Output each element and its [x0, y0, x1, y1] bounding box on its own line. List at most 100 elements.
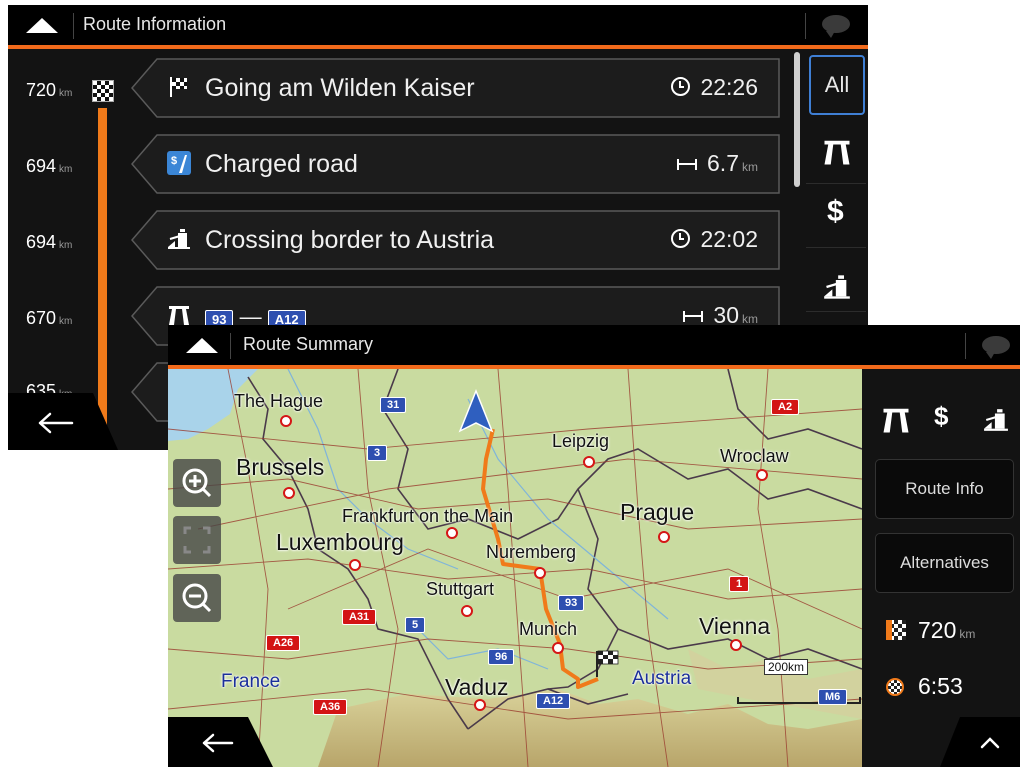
header-bar: Route Summary — [168, 325, 1020, 369]
distance-label: 694 km — [26, 156, 73, 176]
city-dot — [280, 415, 292, 427]
page-title: Route Summary — [243, 334, 374, 354]
zoom-in-button[interactable] — [173, 459, 221, 507]
map-label: Vaduz — [445, 674, 509, 700]
event-label: Crossing border to Austria — [205, 226, 495, 254]
list-item[interactable]: Crossing border to Austria 22:02 — [131, 210, 780, 270]
city-dot — [283, 487, 295, 499]
border-crossing-icon[interactable] — [983, 407, 1009, 433]
city-dot — [756, 469, 768, 481]
zoom-out-icon — [182, 583, 212, 613]
map-label: Frankfurt on the Main — [342, 506, 514, 526]
road-shield: 31 — [380, 397, 407, 413]
road-shield: 96 — [488, 649, 515, 665]
message-icon[interactable] — [982, 336, 1010, 359]
filter-border-button[interactable] — [806, 247, 866, 312]
event-label: Charged road — [205, 150, 358, 178]
divider — [965, 333, 966, 359]
list-item[interactable]: $ Charged road 6.7 km — [131, 134, 780, 194]
road-shield: A26 — [266, 635, 301, 651]
page-title: Route Information — [83, 14, 227, 34]
map-label: Vienna — [699, 613, 771, 639]
city-dot — [534, 567, 546, 579]
road-shield: A12 — [536, 693, 571, 709]
fit-route-button[interactable] — [173, 516, 221, 564]
city-dot — [474, 699, 486, 711]
distance-label: 694 km — [26, 232, 73, 252]
arrival-time: 22:26 — [671, 74, 758, 101]
filter-highway-button[interactable] — [806, 119, 866, 184]
fit-screen-icon — [183, 526, 211, 554]
divider — [805, 13, 806, 39]
svg-text:$: $ — [171, 155, 177, 167]
list-item[interactable]: Going am Wilden Kaiser 22:26 — [131, 58, 780, 118]
city-dot — [730, 639, 742, 651]
divider — [73, 13, 74, 39]
navigation-arrow-icon[interactable] — [186, 338, 218, 353]
map-label: France — [221, 671, 281, 692]
city-dot — [583, 456, 595, 468]
arrival-time: 22:02 — [671, 226, 758, 253]
map-label: Prague — [620, 499, 695, 525]
navigation-arrow-icon[interactable] — [26, 18, 58, 33]
dollar-icon[interactable]: $ — [934, 401, 948, 432]
highway-icon — [824, 140, 850, 165]
map-label: Austria — [632, 668, 692, 689]
road-shield: 3 — [367, 445, 388, 461]
back-button[interactable] — [168, 717, 288, 767]
road-shield: A31 — [342, 609, 377, 625]
highway-icon[interactable] — [881, 405, 911, 435]
zoom-out-button[interactable] — [173, 574, 221, 622]
map-label: Luxembourg — [276, 529, 404, 555]
event-label: Going am Wilden Kaiser — [205, 74, 475, 102]
map-label: Stuttgart — [426, 579, 495, 599]
route-map[interactable]: The Hague Brussels Leipzig Wroclaw Frank… — [168, 369, 862, 767]
city-dot — [552, 642, 564, 654]
map-label: Brussels — [236, 454, 325, 480]
dollar-icon: $ — [827, 195, 844, 228]
highway-icon — [169, 306, 189, 325]
message-icon[interactable] — [822, 15, 850, 38]
map-label: Leipzig — [552, 431, 610, 451]
total-distance: 720 km — [886, 617, 975, 644]
route-info-button[interactable]: Route Info — [875, 459, 1014, 519]
zoom-in-icon — [182, 468, 212, 498]
header-bar: Route Information — [8, 5, 868, 49]
route-summary-screen: Route Summary The Hague Brussels Leipzig… — [168, 325, 1020, 767]
road-shield: M6 — [818, 689, 848, 705]
back-button[interactable] — [8, 393, 138, 450]
toll-road-icon: $ — [167, 151, 191, 175]
map-label: Munich — [519, 619, 578, 639]
length-icon — [677, 159, 698, 170]
total-duration: 6:53 — [886, 673, 963, 700]
distance-label: 670 km — [26, 308, 73, 328]
map-background — [168, 369, 862, 767]
city-dot — [349, 559, 361, 571]
map-label: Nuremberg — [486, 542, 577, 562]
alternatives-button[interactable]: Alternatives — [875, 533, 1014, 593]
section-length: 6.7 km — [677, 150, 758, 177]
map-scale-label: 200km — [764, 659, 809, 675]
filter-toll-button[interactable]: $ — [806, 183, 866, 248]
road-shield: A36 — [313, 699, 348, 715]
scrollbar[interactable] — [794, 52, 800, 187]
road-shield: 5 — [405, 617, 426, 633]
distance-label: 720 km — [26, 80, 73, 100]
map-label: Wroclaw — [720, 446, 789, 466]
road-shield: A2 — [771, 399, 800, 415]
divider — [230, 333, 231, 359]
expand-button[interactable] — [940, 717, 1020, 767]
border-crossing-icon — [824, 275, 850, 299]
clock-icon — [671, 229, 691, 248]
map-label: The Hague — [234, 391, 324, 411]
filter-all-button[interactable]: All — [809, 55, 865, 115]
border-crossing-icon — [168, 229, 190, 249]
road-shield: 93 — [558, 595, 585, 611]
finish-flag-icon — [170, 77, 187, 97]
destination-flag-icon — [92, 80, 114, 102]
city-dot — [658, 531, 670, 543]
road-shield: 1 — [729, 576, 750, 592]
time-icon — [886, 678, 904, 696]
city-dot — [446, 527, 458, 539]
clock-icon — [671, 77, 691, 96]
